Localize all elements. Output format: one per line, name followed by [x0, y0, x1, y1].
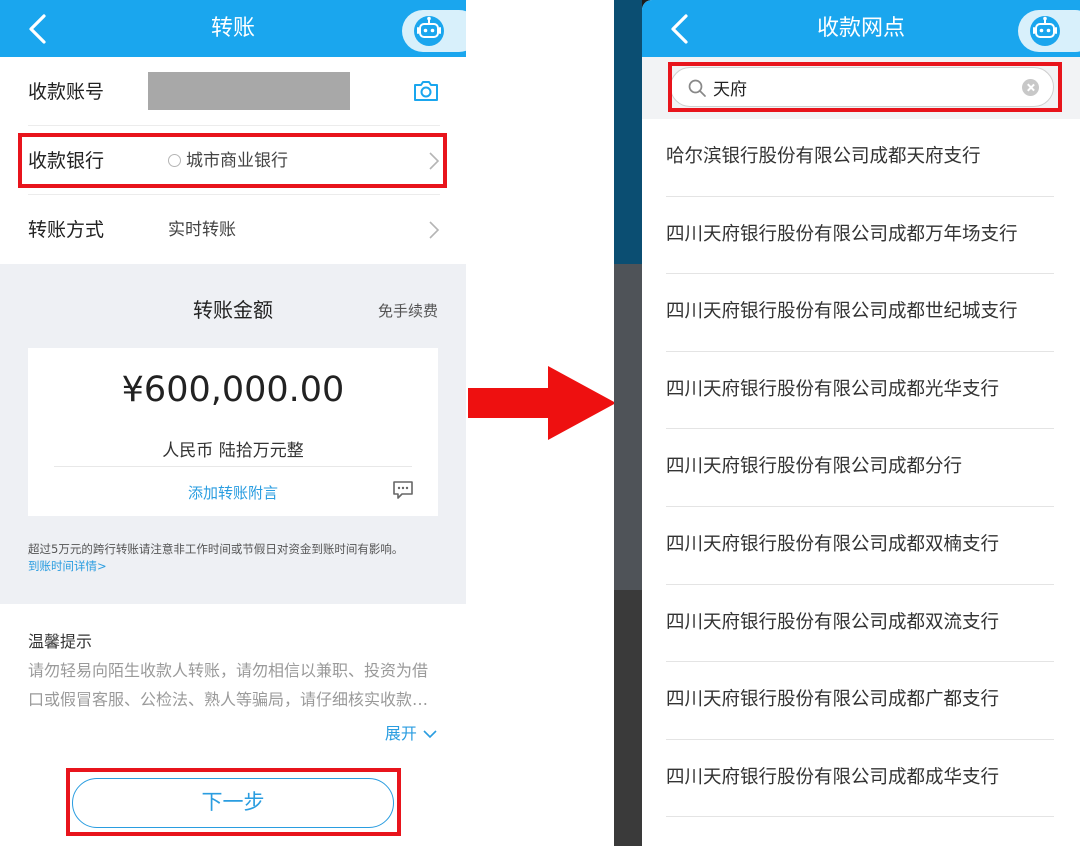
method-row[interactable]: 转账方式 实时转账 — [28, 196, 440, 264]
amount-value[interactable]: ¥600,000.00 — [28, 370, 438, 410]
page-title: 转账 — [210, 16, 255, 41]
amount-card: ¥600,000.00 人民币 陆拾万元整 添加转账附言 — [28, 348, 438, 516]
chevron-down-icon — [423, 730, 437, 739]
list-item[interactable]: 四川天府银行股份有限公司成都双楠支行 — [666, 507, 1054, 585]
assistant-button[interactable] — [402, 10, 466, 52]
bank-row-highlight — [18, 133, 447, 188]
transfer-header: 转账 — [0, 0, 466, 57]
tips-body: 请勿轻易向陌生收款人转账，请勿相信以兼职、投资为借口或假冒客服、公检法、熟人等骗… — [28, 661, 429, 709]
method-value: 实时转账 — [168, 220, 236, 240]
list-item[interactable]: 四川天府银行股份有限公司成都光华支行 — [666, 352, 1054, 430]
transfer-screen: 转账 收款账号 收款银行 城市商业银行 转账方式 实时转账 转账金额 免手续费 … — [0, 0, 466, 846]
background-strip — [614, 0, 642, 264]
page-title: 收款网点 — [816, 16, 905, 41]
method-label: 转账方式 — [28, 219, 105, 241]
account-label: 收款账号 — [28, 81, 105, 103]
search-highlight — [668, 62, 1062, 112]
robot-icon — [414, 16, 444, 46]
arrival-time-link[interactable]: 到账时间详情> — [28, 558, 107, 574]
branch-list: 哈尔滨银行股份有限公司成都天府支行 四川天府银行股份有限公司成都万年场支行 四川… — [666, 119, 1054, 818]
chevron-right-icon — [429, 221, 440, 239]
list-item[interactable]: 四川天府银行股份有限公司成都分行 — [666, 429, 1054, 507]
list-item[interactable]: 四川天府银行股份有限公司成都世纪城支行 — [666, 274, 1054, 352]
tips-title: 温馨提示 — [28, 632, 93, 651]
list-item[interactable]: 哈尔滨银行股份有限公司成都天府支行 — [666, 119, 1054, 197]
list-item[interactable]: 四川天府银行股份有限公司成都双流支行 — [666, 585, 1054, 663]
divider — [54, 466, 412, 467]
list-item[interactable]: 四川天府银行股份有限公司成都成华支行 — [666, 740, 1054, 818]
list-item[interactable]: 四川天府银行股份有限公司成都广都支行 — [666, 662, 1054, 740]
arrow-right-icon — [468, 366, 616, 440]
amount-section: 转账金额 免手续费 ¥600,000.00 人民币 陆拾万元整 添加转账附言 超… — [0, 264, 466, 604]
assistant-button[interactable] — [1018, 10, 1080, 52]
amount-in-words: 人民币 陆拾万元整 — [162, 441, 304, 461]
transfer-notice: 超过5万元的跨行转账请注意非工作时间或节假日对资金到账时间有影响。 — [28, 542, 404, 556]
account-number-field[interactable] — [148, 72, 350, 110]
next-button-highlight — [66, 768, 401, 836]
background-strip — [614, 264, 642, 590]
add-note-link[interactable]: 添加转账附言 — [28, 482, 438, 503]
comment-icon[interactable] — [392, 480, 414, 500]
expand-label: 展开 — [384, 724, 417, 743]
background-strip — [614, 590, 642, 846]
branch-screen: 收款网点 天府 哈尔滨银行股份有限公司成都天府支行 四川天府银行股份有限公司成都… — [614, 0, 1080, 846]
branch-header: 收款网点 — [642, 0, 1080, 57]
camera-icon[interactable] — [412, 78, 440, 104]
fee-note: 免手续费 — [377, 302, 438, 320]
branch-panel: 收款网点 天府 哈尔滨银行股份有限公司成都天府支行 四川天府银行股份有限公司成都… — [642, 0, 1080, 846]
account-row: 收款账号 — [28, 58, 440, 126]
expand-button[interactable]: 展开 — [385, 720, 438, 744]
list-item[interactable]: 四川天府银行股份有限公司成都万年场支行 — [666, 197, 1054, 275]
robot-icon — [1030, 16, 1060, 46]
